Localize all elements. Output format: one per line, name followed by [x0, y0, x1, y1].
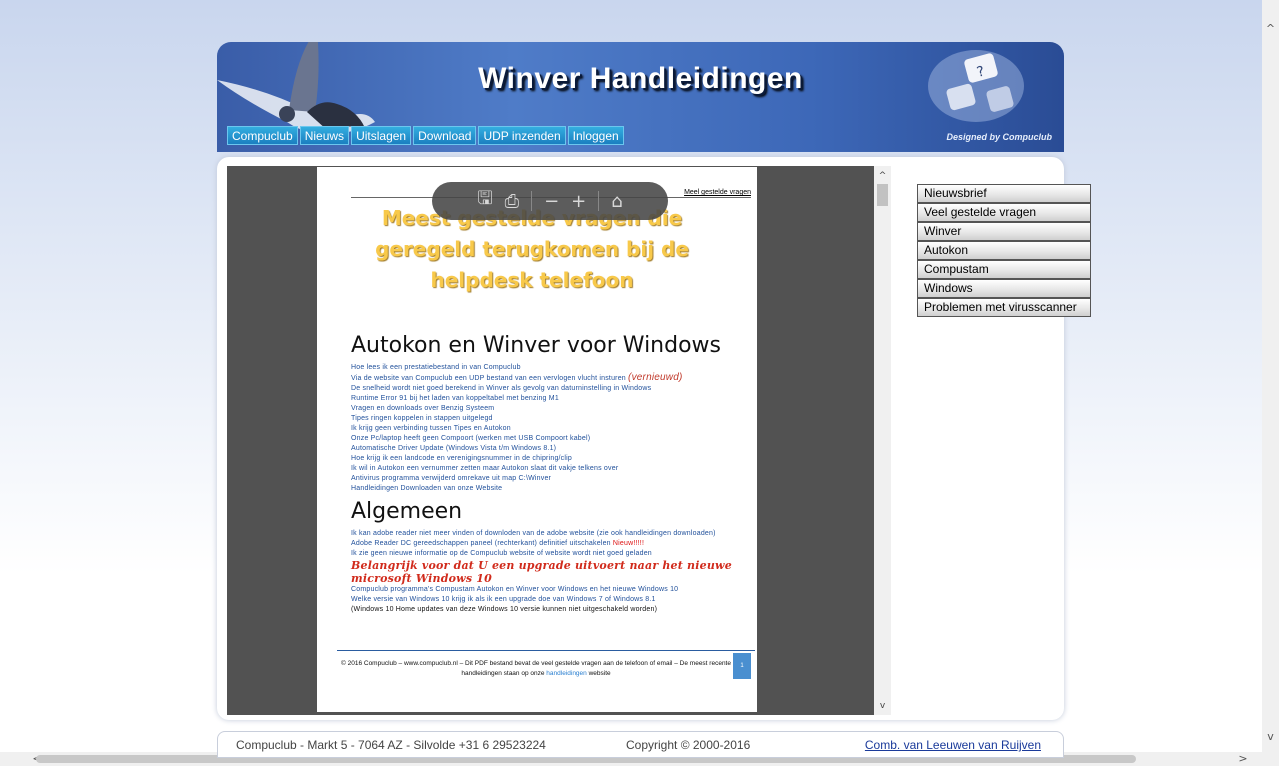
pdf-scroll-up-icon[interactable]: ^ — [874, 168, 891, 184]
pdf-footer: © 2016 Compuclub – www.compuclub.nl – Di… — [341, 659, 731, 679]
scroll-right-icon[interactable]: > — [1236, 752, 1250, 766]
pdf-link-item[interactable]: Automatische Driver Update (Windows Vist… — [351, 444, 736, 454]
scroll-up-icon[interactable]: ^ — [1262, 20, 1279, 37]
adobe-acrobat-icon[interactable]: ⌂ — [611, 191, 622, 212]
section-heading-algemeen: Algemeen — [351, 499, 463, 524]
pdf-scroll-thumb[interactable] — [877, 184, 888, 206]
menu-windows[interactable]: Windows — [917, 279, 1091, 298]
pdf-link-item[interactable]: De snelheid wordt niet goed berekend in … — [351, 384, 736, 394]
nav-nieuws[interactable]: Nieuws — [299, 126, 350, 145]
pdf-link-item[interactable]: Ik wil in Autokon een vernummer zetten m… — [351, 464, 736, 474]
menu-problemen-virusscanner[interactable]: Problemen met virusscanner — [917, 298, 1091, 317]
pdf-header-link[interactable]: Meel gestelde vragen — [684, 189, 751, 196]
pdf-footer-text: © 2016 Compuclub – www.compuclub.nl – Di… — [341, 660, 731, 677]
pdf-link-item[interactable]: Adobe Reader DC gereedschappen paneel (r… — [351, 539, 736, 549]
page-vertical-scrollbar[interactable]: ^ v — [1262, 0, 1279, 752]
scroll-down-icon[interactable]: v — [1262, 728, 1279, 745]
menu-nieuwsbrief[interactable]: Nieuwsbrief — [917, 184, 1091, 203]
footer-copyright: Copyright © 2000-2016 — [626, 738, 751, 752]
pdf-link-item[interactable]: Handleidingen Downloaden van onze Websit… — [351, 484, 736, 494]
pdf-link-text[interactable]: Via de website van Compuclub een UDP bes… — [351, 375, 626, 382]
menu-compustam[interactable]: Compustam — [917, 260, 1091, 279]
pdf-footer-rule — [337, 650, 755, 651]
pdf-link-item[interactable]: Runtime Error 91 bij het laden van koppe… — [351, 394, 736, 404]
footer-address: Compuclub - Markt 5 - 7064 AZ - Silvolde… — [236, 738, 546, 752]
section-heading-autokon: Autokon en Winver voor Windows — [351, 333, 722, 358]
pdf-link-item[interactable]: Tipes ringen koppelen in stappen uitgele… — [351, 414, 736, 424]
pdf-toolbar: 🖫 ⎙ − + ⌂ — [432, 182, 668, 220]
pdf-scroll-down-icon[interactable]: v — [874, 698, 891, 714]
pdf-link-item[interactable]: Welke versie van Windows 10 krijg ik als… — [351, 595, 736, 605]
pdf-page: Meel gestelde vragen Meest gestelde vrag… — [317, 167, 757, 712]
side-menu: Nieuwsbrief Veel gestelde vragen Winver … — [917, 184, 1091, 317]
pdf-scrollbar[interactable]: ^ v — [874, 166, 891, 715]
pdf-link-item[interactable]: Ik zie geen nieuwe informatie op de Comp… — [351, 549, 736, 559]
nav-uitslagen[interactable]: Uitslagen — [351, 126, 412, 145]
nav-udp-inzenden[interactable]: UDP inzenden — [478, 126, 566, 145]
important-notice[interactable]: Belangrijk voor dat U een upgrade uitvoe… — [351, 559, 736, 585]
designed-by-label: Designed by Compuclub — [946, 132, 1052, 142]
pdf-page-number: 1 — [733, 653, 751, 679]
pdf-footer-link[interactable]: handleidingen — [546, 670, 586, 677]
pdf-link-item[interactable]: Via de website van Compuclub een UDP bes… — [351, 373, 736, 384]
nav-inloggen[interactable]: Inloggen — [567, 126, 624, 145]
save-icon[interactable]: 🖫 — [477, 186, 492, 216]
new-tag: (vernieuwd) — [628, 372, 683, 383]
pdf-link-item[interactable]: Compuclub programma's Compustam Autokon … — [351, 585, 736, 595]
zoom-in-icon[interactable]: + — [571, 191, 586, 212]
print-icon[interactable]: ⎙ — [505, 191, 519, 212]
pdf-link-item[interactable]: Antivirus programma verwijderd omrekave … — [351, 474, 736, 484]
keyboard-keys-icon: ? — [928, 50, 1024, 122]
menu-veel-gestelde-vragen[interactable]: Veel gestelde vragen — [917, 203, 1091, 222]
new-tag: Nieuw!!!!! — [612, 540, 645, 547]
site-footer: Compuclub - Markt 5 - 7064 AZ - Silvolde… — [217, 731, 1064, 758]
menu-autokon[interactable]: Autokon — [917, 241, 1091, 260]
menu-winver[interactable]: Winver — [917, 222, 1091, 241]
toolbar-separator — [531, 191, 533, 211]
nav-compuclub[interactable]: Compuclub — [227, 126, 298, 145]
section-list-autokon: Hoe lees ik een prestatiebestand in van … — [351, 363, 736, 494]
section-list-algemeen: Ik kan adobe reader niet meer vinden of … — [351, 529, 736, 615]
pdf-link-item[interactable]: Ik kan adobe reader niet meer vinden of … — [351, 529, 736, 539]
pdf-footer-end: website — [588, 670, 611, 677]
nav-download[interactable]: Download — [413, 126, 477, 145]
header-banner: Winver Handleidingen ? Compuclub Nieuws … — [217, 42, 1064, 152]
pdf-link-text[interactable]: Adobe Reader DC gereedschappen paneel (r… — [351, 540, 611, 547]
pdf-link-item[interactable]: Vragen en downloads over Benzig Systeem — [351, 404, 736, 414]
toolbar-separator — [598, 191, 600, 211]
top-navigation: Compuclub Nieuws Uitslagen Download UDP … — [227, 126, 624, 145]
pdf-link-item[interactable]: Onze Pc/laptop heeft geen Compoort (werk… — [351, 434, 736, 444]
zoom-out-icon[interactable]: − — [544, 191, 559, 212]
pdf-link-item[interactable]: Hoe krijg ik een landcode en verenigings… — [351, 454, 736, 464]
pdf-note: (Windows 10 Home updates van deze Window… — [351, 606, 658, 613]
footer-credit-link[interactable]: Comb. van Leeuwen van Ruijven — [865, 738, 1041, 752]
pdf-link-item[interactable]: Ik krijg geen verbinding tussen Tipes en… — [351, 424, 736, 434]
